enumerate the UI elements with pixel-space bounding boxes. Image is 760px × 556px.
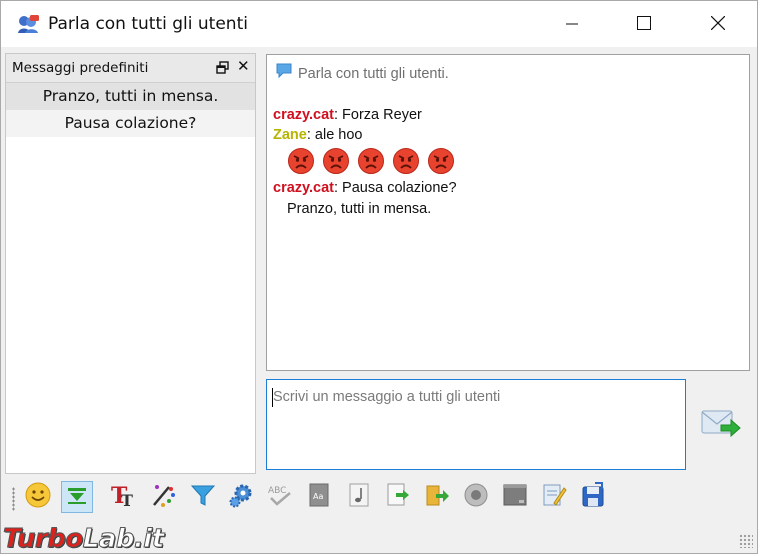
dictionary-icon: Aa bbox=[305, 481, 333, 513]
list-item[interactable]: Pranzo, tutti in mensa. bbox=[6, 83, 255, 110]
minimize-button[interactable] bbox=[549, 1, 595, 47]
list-item[interactable]: Pausa colazione? bbox=[6, 110, 255, 137]
message-text: ale hoo bbox=[310, 127, 363, 143]
screen-button[interactable] bbox=[499, 481, 531, 513]
settings-gear-icon bbox=[227, 481, 255, 513]
insert-file-button[interactable] bbox=[382, 481, 414, 513]
minimize-icon bbox=[566, 15, 578, 34]
font-button[interactable]: TT bbox=[108, 481, 140, 513]
color-picker-button[interactable] bbox=[147, 481, 179, 513]
watermark-part-lab: Lab.it bbox=[82, 524, 164, 555]
watermark-logo: TurboLab.it bbox=[3, 524, 165, 555]
spellcheck-button[interactable]: ABC bbox=[264, 481, 296, 513]
angry-face-icon bbox=[427, 147, 455, 175]
settings-button[interactable] bbox=[225, 481, 257, 513]
font-icon: TT bbox=[110, 481, 138, 513]
save-button[interactable] bbox=[577, 481, 609, 513]
chat-transcript[interactable]: Parla con tutti gli utenti. crazy.cat: F… bbox=[266, 54, 750, 371]
edit-note-icon bbox=[540, 481, 568, 513]
angry-face-icon bbox=[357, 147, 385, 175]
angry-face-icon bbox=[392, 147, 420, 175]
bottom-toolbar: TT ABC Aa bbox=[5, 477, 755, 519]
text-caret bbox=[272, 388, 273, 407]
filter-icon bbox=[189, 481, 217, 513]
toolbar-grip[interactable] bbox=[12, 487, 15, 511]
svg-text:ABC: ABC bbox=[268, 486, 286, 496]
collapse-panel-button[interactable] bbox=[61, 481, 93, 513]
resize-grip[interactable] bbox=[739, 534, 753, 548]
angry-face-icon bbox=[322, 147, 350, 175]
panel-header: Messaggi predefiniti ✕ bbox=[6, 54, 255, 83]
predefined-messages-panel: Messaggi predefiniti ✕ Pranzo, tutti in … bbox=[5, 53, 256, 474]
color-picker-icon bbox=[149, 481, 177, 513]
export-icon bbox=[423, 481, 451, 513]
chat-header: Parla con tutti gli utenti. bbox=[298, 66, 449, 82]
chat-people-icon bbox=[16, 14, 40, 34]
message-text: Forza Reyer bbox=[338, 107, 422, 123]
message-text: Pausa colazione? bbox=[338, 180, 457, 196]
message-continuation: Pranzo, tutti in mensa. bbox=[287, 201, 432, 217]
close-button[interactable] bbox=[695, 1, 741, 47]
send-button[interactable] bbox=[699, 405, 741, 441]
angry-face-icon bbox=[287, 147, 315, 175]
float-window-icon[interactable] bbox=[216, 60, 230, 74]
filter-button[interactable] bbox=[187, 481, 219, 513]
dictionary-button[interactable]: Aa bbox=[303, 481, 335, 513]
sound-button[interactable] bbox=[343, 481, 375, 513]
svg-text:Aa: Aa bbox=[313, 492, 323, 501]
maximize-button[interactable] bbox=[621, 1, 667, 47]
watermark-part-turbo: Turbo bbox=[3, 524, 84, 555]
sound-icon bbox=[345, 481, 373, 513]
svg-text:T: T bbox=[121, 491, 133, 509]
screen-icon bbox=[501, 481, 529, 513]
chat-message: crazy.cat: Pausa colazione? bbox=[273, 180, 457, 196]
title-bar: Parla con tutti gli utenti bbox=[1, 1, 757, 47]
maximize-icon bbox=[637, 15, 651, 34]
speech-bubble-icon bbox=[275, 62, 293, 80]
smiley-button[interactable] bbox=[22, 481, 54, 513]
send-message-icon bbox=[699, 410, 741, 445]
save-icon bbox=[579, 481, 607, 513]
record-icon bbox=[462, 481, 490, 513]
panel-close-button[interactable]: ✕ bbox=[237, 57, 250, 75]
chat-message: crazy.cat: Forza Reyer bbox=[273, 107, 422, 123]
message-nick[interactable]: crazy.cat bbox=[273, 107, 334, 123]
smiley-icon bbox=[24, 481, 52, 513]
message-nick[interactable]: Zane bbox=[273, 127, 307, 143]
insert-file-icon bbox=[384, 481, 412, 513]
chat-window: Parla con tutti gli utenti Messaggi pred… bbox=[0, 0, 758, 555]
message-input-placeholder: Scrivi un messaggio a tutti gli utenti bbox=[273, 389, 501, 405]
spellcheck-icon: ABC bbox=[266, 481, 294, 513]
emoji-row bbox=[287, 147, 462, 175]
chat-message: Zane: ale hoo bbox=[273, 127, 362, 143]
collapse-panel-icon bbox=[65, 483, 89, 511]
close-icon bbox=[710, 15, 726, 34]
edit-note-button[interactable] bbox=[538, 481, 570, 513]
record-button[interactable] bbox=[460, 481, 492, 513]
export-button[interactable] bbox=[421, 481, 453, 513]
message-nick[interactable]: crazy.cat bbox=[273, 180, 334, 196]
panel-title: Messaggi predefiniti bbox=[12, 60, 149, 76]
window-title: Parla con tutti gli utenti bbox=[48, 14, 248, 34]
message-input[interactable]: Scrivi un messaggio a tutti gli utenti bbox=[266, 379, 686, 470]
